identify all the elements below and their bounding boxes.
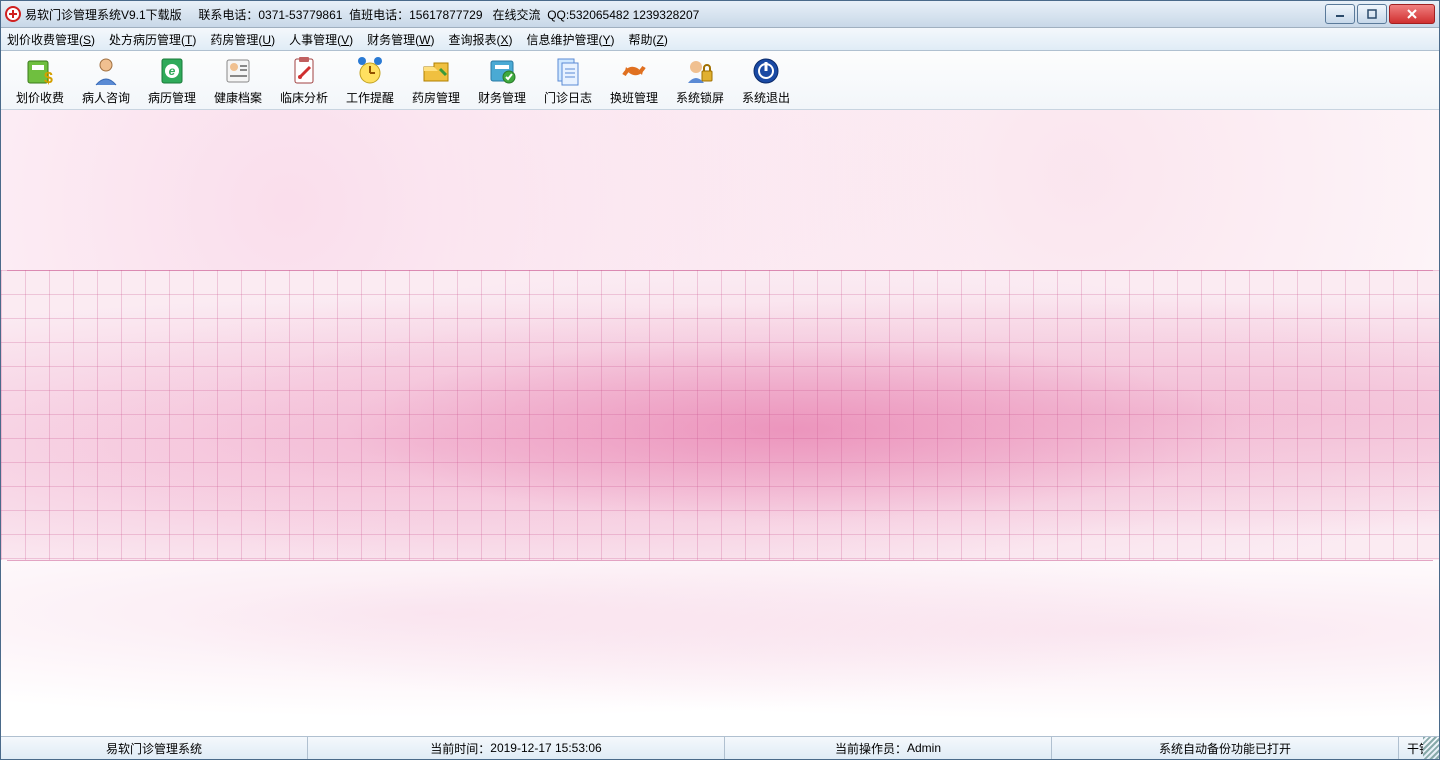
maximize-button[interactable] xyxy=(1357,4,1387,24)
patient-icon xyxy=(90,55,122,87)
menu-pharmacy[interactable]: 药房管理(U) xyxy=(210,31,275,48)
menu-pricing[interactable]: 划价收费管理(S) xyxy=(7,31,95,48)
minimize-button[interactable] xyxy=(1325,4,1355,24)
tool-label: 临床分析 xyxy=(280,89,328,106)
divider xyxy=(7,270,1433,271)
statusbar: 易软门诊管理系统 当前时间：2019-12-17 15:53:06 当前操作员：… xyxy=(1,736,1439,759)
menu-prescription[interactable]: 处方病历管理(T) xyxy=(109,31,196,48)
tool-exit[interactable]: 系统退出 xyxy=(733,51,799,109)
status-app-name: 易软门诊管理系统 xyxy=(1,737,308,759)
tool-label: 药房管理 xyxy=(412,89,460,106)
tool-health-file[interactable]: 健康档案 xyxy=(205,51,271,109)
resize-grip[interactable] xyxy=(1423,737,1439,759)
status-user: 当前操作员：Admin xyxy=(725,737,1052,759)
tool-label: 换班管理 xyxy=(610,89,658,106)
tool-patient[interactable]: 病人咨询 xyxy=(73,51,139,109)
decorative-background xyxy=(1,560,1439,736)
content-area xyxy=(1,110,1439,736)
tool-label: 系统退出 xyxy=(742,89,790,106)
decorative-background xyxy=(1,270,1439,560)
svg-text:$: $ xyxy=(44,70,53,87)
health-file-icon xyxy=(222,55,254,87)
pharmacy-icon xyxy=(420,55,452,87)
tool-label: 健康档案 xyxy=(214,89,262,106)
menu-info[interactable]: 信息维护管理(Y) xyxy=(526,31,614,48)
record-icon: e xyxy=(156,55,188,87)
menu-hr[interactable]: 人事管理(V) xyxy=(289,31,353,48)
status-tail: 干钱箱;鼠标右 xyxy=(1399,737,1423,759)
toolbar: $ 划价收费 病人咨询 e 病历管理 健康档案 临床分析 工作提醒 药房管理 xyxy=(1,51,1439,110)
app-icon xyxy=(5,6,21,22)
tool-label: 划价收费 xyxy=(16,89,64,106)
tool-clinical[interactable]: 临床分析 xyxy=(271,51,337,109)
clinical-icon xyxy=(288,55,320,87)
tool-reminder[interactable]: 工作提醒 xyxy=(337,51,403,109)
svg-text:e: e xyxy=(169,64,176,78)
menu-reports[interactable]: 查询报表(X) xyxy=(448,31,512,48)
shift-icon xyxy=(618,55,650,87)
tool-label: 病人咨询 xyxy=(82,89,130,106)
exit-icon xyxy=(750,55,782,87)
status-backup: 系统自动备份功能已打开 xyxy=(1052,737,1399,759)
finance-icon xyxy=(486,55,518,87)
tool-label: 系统锁屏 xyxy=(676,89,724,106)
tool-label: 病历管理 xyxy=(148,89,196,106)
reminder-icon xyxy=(354,55,386,87)
tool-lock[interactable]: 系统锁屏 xyxy=(667,51,733,109)
tool-pharmacy[interactable]: 药房管理 xyxy=(403,51,469,109)
divider xyxy=(7,560,1433,561)
tool-label: 财务管理 xyxy=(478,89,526,106)
status-time: 当前时间：2019-12-17 15:53:06 xyxy=(308,737,725,759)
titlebar: 易软门诊管理系统V9.1下载版 联系电话：0371-53779861 值班电话：… xyxy=(1,1,1439,28)
menubar: 划价收费管理(S) 处方病历管理(T) 药房管理(U) 人事管理(V) 财务管理… xyxy=(1,28,1439,51)
tool-log[interactable]: 门诊日志 xyxy=(535,51,601,109)
log-icon xyxy=(552,55,584,87)
tool-record[interactable]: e 病历管理 xyxy=(139,51,205,109)
menu-finance[interactable]: 财务管理(W) xyxy=(367,31,434,48)
window-controls xyxy=(1325,4,1435,24)
tool-label: 门诊日志 xyxy=(544,89,592,106)
decorative-background xyxy=(1,110,1439,270)
menu-help[interactable]: 帮助(Z) xyxy=(629,31,668,48)
close-button[interactable] xyxy=(1389,4,1435,24)
app-window: 易软门诊管理系统V9.1下载版 联系电话：0371-53779861 值班电话：… xyxy=(0,0,1440,760)
tool-finance[interactable]: 财务管理 xyxy=(469,51,535,109)
tool-label: 工作提醒 xyxy=(346,89,394,106)
tool-shift[interactable]: 换班管理 xyxy=(601,51,667,109)
tool-pricing[interactable]: $ 划价收费 xyxy=(7,51,73,109)
window-title: 易软门诊管理系统V9.1下载版 联系电话：0371-53779861 值班电话：… xyxy=(25,6,699,23)
pricing-icon: $ xyxy=(24,55,56,87)
lock-icon xyxy=(684,55,716,87)
